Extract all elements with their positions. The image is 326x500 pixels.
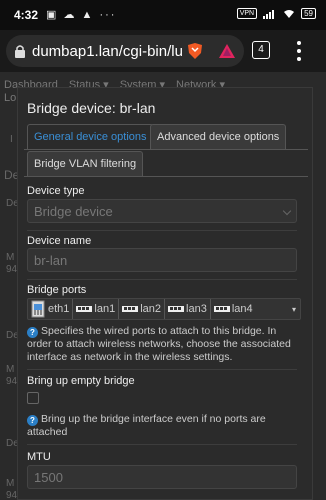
port-item-lan3: lan3 bbox=[165, 299, 211, 319]
bg-fragment: I bbox=[10, 134, 13, 145]
ethernet-port-icon bbox=[31, 300, 45, 318]
mtu-placeholder: 1500 bbox=[34, 470, 63, 485]
empty-bridge-help: ? Bring up the bridge interface even if n… bbox=[27, 413, 299, 439]
brave-shields-icon[interactable] bbox=[186, 42, 204, 60]
browser-toolbar: dumbap1.lan/cgi-bin/luc 4 bbox=[0, 30, 326, 72]
bg-fragment: 94 bbox=[6, 376, 18, 387]
bridge-device-dialog: Bridge device: br-lan General device opt… bbox=[17, 87, 313, 500]
site-info-icon[interactable] bbox=[14, 44, 26, 58]
field-separator bbox=[27, 444, 297, 445]
brave-rewards-icon[interactable] bbox=[218, 42, 236, 60]
field-separator bbox=[27, 279, 297, 280]
switch-port-icon bbox=[213, 306, 230, 312]
bridge-ports-help-text: Specifies the wired ports to attach to t… bbox=[27, 325, 291, 363]
battery-icon: 59 bbox=[301, 8, 316, 19]
port-label: lan2 bbox=[140, 303, 162, 315]
help-icon: ? bbox=[27, 415, 38, 426]
device-type-select[interactable]: Bridge device bbox=[27, 199, 297, 223]
empty-bridge-checkbox[interactable] bbox=[27, 392, 39, 404]
tab-general-device-options[interactable]: General device options bbox=[27, 124, 154, 150]
field-separator bbox=[27, 230, 297, 231]
bg-fragment: 94 bbox=[6, 264, 18, 275]
vpn-icon: VPN bbox=[236, 8, 258, 19]
bg-fragment: M bbox=[6, 478, 15, 489]
bridge-ports-multiselect[interactable]: eth1 lan1 lan2 lan3 lan4 ▾ bbox=[27, 298, 301, 320]
bg-fragment: M bbox=[6, 252, 15, 263]
empty-bridge-label: Bring up empty bridge bbox=[27, 375, 135, 387]
port-label: lan1 bbox=[94, 303, 116, 315]
wifi-icon bbox=[284, 9, 295, 18]
browser-menu-icon[interactable] bbox=[294, 39, 304, 63]
url-text[interactable]: dumbap1.lan/cgi-bin/luc bbox=[32, 43, 182, 60]
clock: 4:32 bbox=[14, 8, 39, 22]
bg-fragment: 94 bbox=[6, 490, 18, 500]
background-nav-row2: Lo bbox=[4, 92, 17, 104]
tab-switcher-button[interactable]: 4 bbox=[252, 41, 270, 59]
bridge-ports-help: ? Specifies the wired ports to attach to … bbox=[27, 325, 299, 364]
device-type-label: Device type bbox=[27, 185, 85, 197]
device-name-input[interactable]: br-lan bbox=[27, 248, 297, 272]
mtu-label: MTU bbox=[27, 451, 51, 463]
switch-port-icon bbox=[122, 306, 139, 312]
bridge-ports-label: Bridge ports bbox=[27, 284, 87, 296]
port-item-lan1: lan1 bbox=[73, 299, 120, 319]
bg-fragment: M bbox=[6, 364, 15, 375]
empty-bridge-help-text: Bring up the bridge interface even if no… bbox=[27, 413, 266, 438]
port-label: lan3 bbox=[186, 303, 207, 315]
port-label: eth1 bbox=[48, 303, 70, 315]
port-label: lan4 bbox=[231, 303, 253, 315]
chevron-down-icon bbox=[282, 206, 292, 216]
port-item-eth1: eth1 bbox=[28, 299, 74, 319]
port-item-lan4: lan4 bbox=[211, 299, 256, 319]
field-separator bbox=[27, 369, 297, 370]
device-name-label: Device name bbox=[27, 235, 92, 247]
notification-icons: ▣ ☁ ▲ ··· bbox=[46, 9, 117, 21]
device-type-value: Bridge device bbox=[34, 204, 113, 219]
switch-port-icon bbox=[76, 306, 93, 312]
dialog-title: Bridge device: br-lan bbox=[27, 100, 156, 116]
tab-bridge-vlan-filtering[interactable]: Bridge VLAN filtering bbox=[27, 151, 144, 177]
tab-divider bbox=[24, 176, 308, 177]
tab-advanced-device-options[interactable]: Advanced device options bbox=[150, 124, 287, 150]
status-bar: 4:32 ▣ ☁ ▲ ··· VPN 59 bbox=[0, 0, 326, 30]
tab-divider bbox=[24, 149, 308, 150]
system-icons: VPN 59 bbox=[236, 8, 316, 19]
mtu-input[interactable]: 1500 bbox=[27, 465, 297, 489]
device-name-value: br-lan bbox=[34, 253, 68, 268]
address-bar[interactable]: dumbap1.lan/cgi-bin/luc bbox=[6, 35, 244, 67]
port-item-lan2: lan2 bbox=[119, 299, 166, 319]
switch-port-icon bbox=[168, 306, 185, 312]
signal-icon bbox=[263, 9, 275, 19]
dropdown-caret-icon[interactable]: ▾ bbox=[292, 305, 296, 314]
help-icon: ? bbox=[27, 327, 38, 338]
